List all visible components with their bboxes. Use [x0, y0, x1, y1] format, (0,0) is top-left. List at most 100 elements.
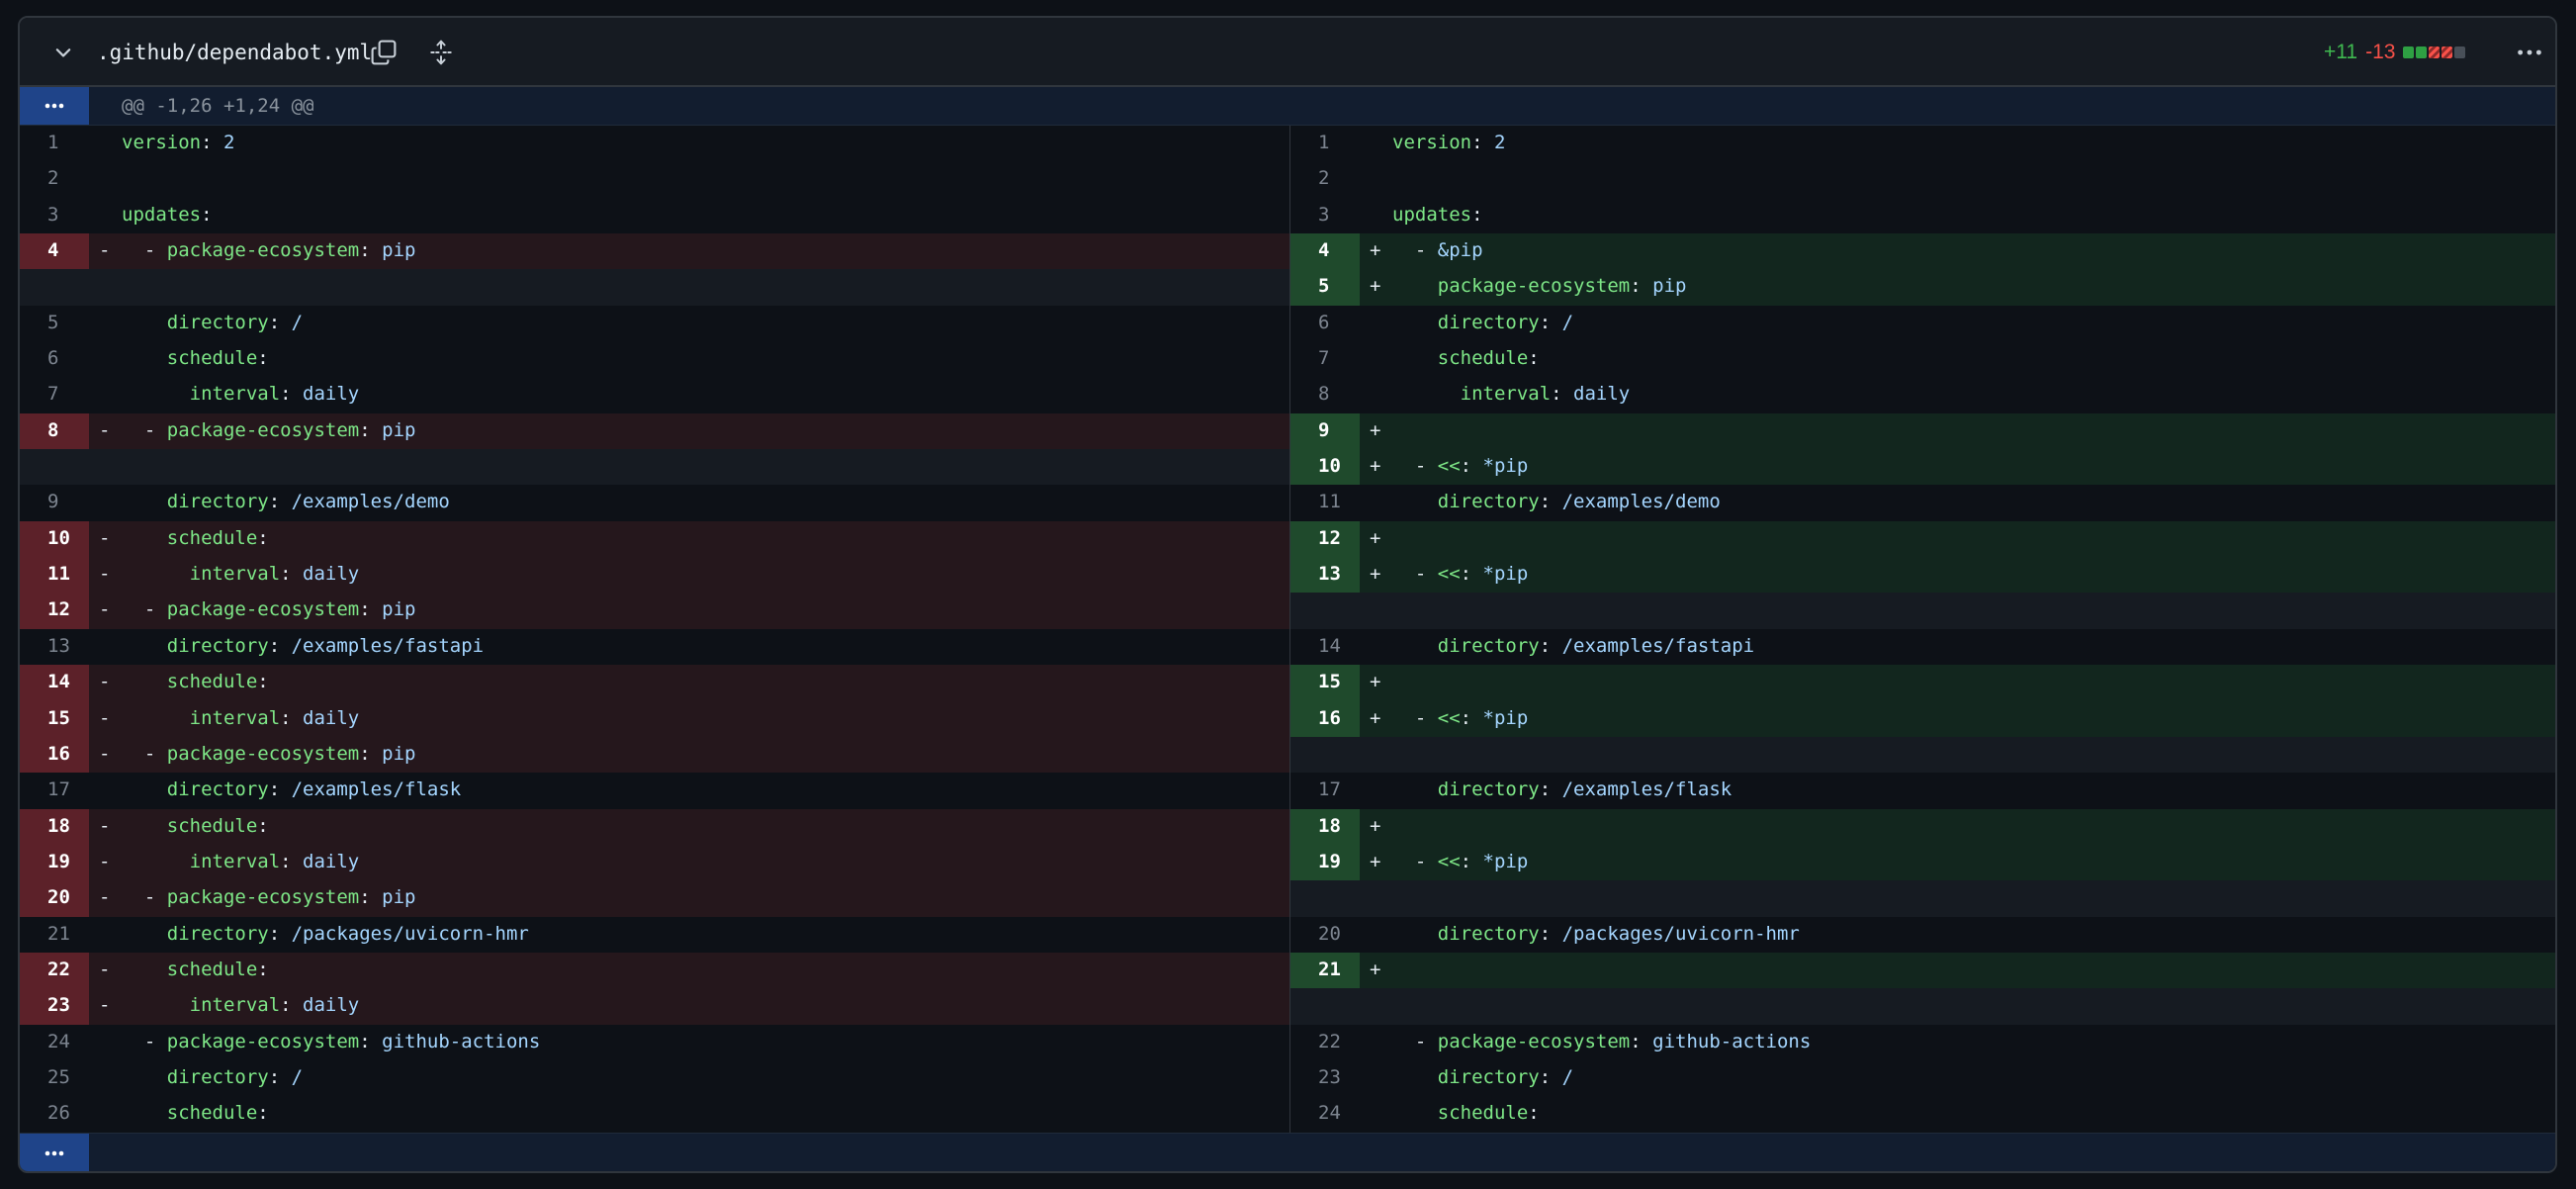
deletion-marker: -: [99, 671, 111, 693]
diff-row-deleted: 18- schedule:: [20, 808, 1289, 845]
code-line: directory: /examples/demo: [1392, 485, 1721, 519]
line-number[interactable]: 18: [20, 808, 89, 845]
diff-row: 5 directory: /: [20, 306, 1289, 341]
yaml-punct: :: [1551, 383, 1574, 406]
yaml-punct: :: [280, 706, 304, 729]
diff-row-added: 13 + - <<: *pip: [1290, 557, 2555, 594]
line-number[interactable]: 14: [1290, 629, 1360, 665]
line-number[interactable]: 2: [1290, 161, 1360, 197]
diffstat-block-added: [2416, 46, 2428, 58]
line-number[interactable]: 11: [20, 557, 89, 594]
code-line: schedule:: [1392, 1096, 1540, 1131]
code-line: directory: /: [122, 1060, 303, 1095]
yaml-punct: [122, 1102, 167, 1124]
code-line: version: 2: [1392, 126, 1505, 160]
yaml-value: /: [291, 1065, 304, 1088]
line-number[interactable]: 15: [20, 700, 89, 737]
expand-up-button[interactable]: [20, 87, 89, 125]
line-number[interactable]: 7: [20, 377, 89, 412]
line-number[interactable]: 4: [1290, 233, 1360, 270]
line-number[interactable]: 16: [20, 736, 89, 774]
line-number[interactable]: 19: [1290, 844, 1360, 881]
line-number[interactable]: 22: [1290, 1025, 1360, 1060]
code-line: schedule:: [1392, 341, 1540, 376]
code-line: package-ecosystem: pip: [1392, 269, 1687, 304]
line-number[interactable]: 14: [20, 665, 89, 701]
yaml-punct: :: [280, 994, 304, 1017]
line-number[interactable]: 13: [1290, 557, 1360, 594]
line-number[interactable]: 22: [20, 952, 89, 989]
copy-path-button[interactable]: [366, 35, 401, 70]
line-number[interactable]: 3: [1290, 198, 1360, 233]
line-number[interactable]: 24: [1290, 1096, 1360, 1132]
line-number[interactable]: 6: [1290, 306, 1360, 341]
diffstat-block-neutral: [2454, 46, 2466, 58]
ellipsis-icon: [44, 103, 64, 109]
line-number[interactable]: 8: [1290, 377, 1360, 412]
line-number[interactable]: 23: [1290, 1060, 1360, 1096]
line-number[interactable]: 19: [20, 844, 89, 881]
yaml-punct: [122, 563, 190, 585]
collapse-file-button[interactable]: [47, 37, 79, 68]
line-number[interactable]: 17: [20, 773, 89, 808]
diff-row: 23 directory: /: [1290, 1060, 2555, 1096]
line-number[interactable]: 21: [20, 917, 89, 953]
diff-row: 13 directory: /examples/fastapi: [20, 629, 1289, 665]
diff-row-deleted: 15- interval: daily: [20, 700, 1289, 737]
code-line: updates:: [1392, 198, 1483, 232]
line-number[interactable]: 25: [20, 1060, 89, 1096]
yaml-key: updates: [1392, 203, 1472, 226]
line-number[interactable]: 12: [1290, 520, 1360, 558]
line-number[interactable]: 7: [1290, 341, 1360, 377]
code-line: interval: daily: [122, 845, 360, 879]
line-number[interactable]: 16: [1290, 700, 1360, 737]
yaml-punct: :: [1630, 1030, 1653, 1052]
code-line: schedule:: [122, 809, 269, 844]
line-number[interactable]: 15: [1290, 665, 1360, 701]
line-number[interactable]: 10: [20, 520, 89, 558]
line-number[interactable]: 23: [20, 988, 89, 1025]
file-diff-panel: .github/dependabot.yml +11 -13 @@ -1,26: [18, 16, 2557, 1173]
line-number[interactable]: 4: [20, 233, 89, 270]
yaml-key: schedule: [1437, 1102, 1529, 1125]
expand-all-button[interactable]: [423, 35, 459, 70]
line-number[interactable]: 12: [20, 593, 89, 629]
code-line: interval: daily: [1392, 377, 1631, 412]
line-number[interactable]: 21: [1290, 952, 1360, 989]
line-number[interactable]: 6: [20, 341, 89, 377]
more-options-button[interactable]: [2514, 37, 2545, 68]
line-number[interactable]: 9: [1290, 412, 1360, 450]
yaml-value: /examples/fastapi: [291, 634, 485, 657]
line-number[interactable]: 1: [20, 126, 89, 161]
code-line: interval: daily: [122, 377, 360, 412]
line-number[interactable]: 24: [20, 1025, 89, 1060]
yaml-punct: -: [122, 239, 167, 262]
yaml-key: directory: [1437, 311, 1540, 333]
code-line: - <<: *pip: [1392, 701, 1528, 736]
yaml-punct: [1392, 635, 1438, 657]
yaml-punct: :: [1471, 132, 1494, 153]
line-number[interactable]: 20: [20, 880, 89, 917]
line-number[interactable]: 11: [1290, 485, 1360, 520]
line-number[interactable]: 5: [1290, 269, 1360, 306]
line-number[interactable]: 20: [1290, 917, 1360, 953]
line-number[interactable]: 1: [1290, 126, 1360, 161]
line-number[interactable]: 8: [20, 412, 89, 450]
code-line: directory: /examples/flask: [122, 773, 461, 807]
diff-row-deleted: 8- - package-ecosystem: pip: [20, 412, 1289, 450]
line-number[interactable]: 10: [1290, 449, 1360, 486]
expand-down-button[interactable]: [20, 1134, 89, 1171]
yaml-punct: :: [1539, 634, 1562, 657]
line-number[interactable]: 17: [1290, 773, 1360, 808]
line-number[interactable]: 18: [1290, 808, 1360, 845]
line-number[interactable]: 3: [20, 198, 89, 233]
line-number[interactable]: 5: [20, 306, 89, 341]
line-number[interactable]: 9: [20, 485, 89, 520]
diff-row: 6 directory: /: [1290, 306, 2555, 341]
line-number[interactable]: 13: [20, 629, 89, 665]
deletion-marker: -: [99, 742, 111, 765]
file-name[interactable]: .github/dependabot.yml: [97, 37, 372, 68]
line-number[interactable]: 2: [20, 161, 89, 197]
yaml-key: schedule: [1437, 347, 1529, 370]
line-number[interactable]: 26: [20, 1096, 89, 1132]
